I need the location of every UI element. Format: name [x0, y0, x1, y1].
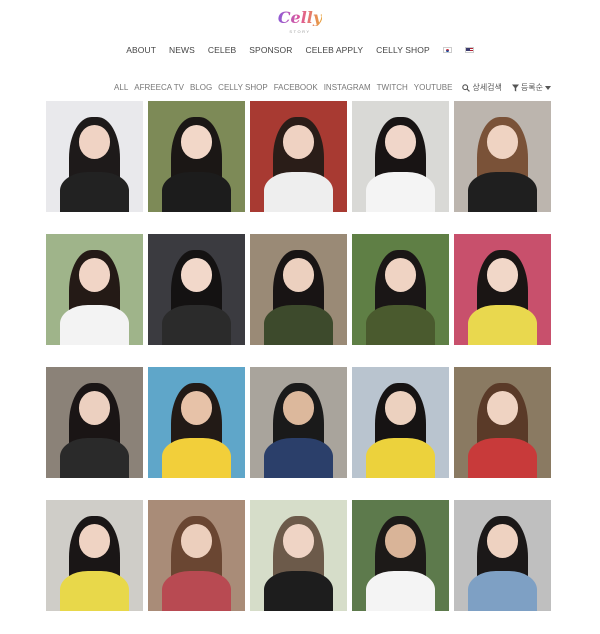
celeb-card[interactable]	[148, 234, 245, 345]
nav-celly-shop[interactable]: CELLY SHOP	[376, 45, 430, 55]
celeb-card[interactable]	[454, 234, 551, 345]
card-photo-face	[282, 258, 314, 292]
card-photo-clothing	[263, 571, 334, 611]
card-photo-face	[384, 391, 416, 425]
logo-text: Celly	[277, 8, 323, 27]
card-photo-face	[180, 125, 212, 159]
card-photo-clothing	[365, 305, 436, 345]
site-logo[interactable]: Celly STORY	[0, 8, 600, 35]
search-icon	[462, 83, 471, 92]
card-photo-face	[486, 258, 518, 292]
caret-down-icon	[545, 85, 551, 90]
card-photo-clothing	[161, 571, 232, 611]
sort-label: 등록순	[520, 83, 543, 92]
celeb-card[interactable]	[46, 101, 143, 212]
sort-dropdown[interactable]: 등록순	[511, 82, 551, 93]
card-photo-face	[486, 524, 518, 558]
celeb-card[interactable]	[148, 101, 245, 212]
nav-news[interactable]: NEWS	[169, 45, 195, 55]
card-photo-face	[78, 258, 110, 292]
advanced-search-button[interactable]: 상세검색	[462, 82, 502, 93]
category-blog[interactable]: BLOG	[190, 83, 212, 92]
card-photo-face	[78, 125, 110, 159]
card-photo-face	[384, 125, 416, 159]
celeb-card[interactable]	[46, 234, 143, 345]
card-photo-face	[180, 258, 212, 292]
card-photo-face	[282, 125, 314, 159]
card-photo-face	[384, 258, 416, 292]
category-afreeca-tv[interactable]: AFREECA TV	[134, 83, 184, 92]
card-photo-clothing	[59, 305, 130, 345]
celeb-card[interactable]	[454, 101, 551, 212]
card-photo-face	[78, 524, 110, 558]
card-photo-clothing	[365, 172, 436, 212]
flag-kr-icon[interactable]	[442, 47, 452, 53]
category-youtube[interactable]: YOUTUBE	[414, 83, 453, 92]
celeb-card[interactable]	[148, 500, 245, 611]
celeb-card[interactable]	[352, 500, 449, 611]
category-facebook[interactable]: FACEBOOK	[274, 83, 318, 92]
card-photo-clothing	[467, 305, 538, 345]
category-filter-bar: ALL AFREECA TV BLOG CELLY SHOP FACEBOOK …	[114, 82, 551, 93]
card-photo-clothing	[467, 571, 538, 611]
celeb-card[interactable]	[250, 234, 347, 345]
card-photo-face	[282, 391, 314, 425]
celeb-card[interactable]	[46, 367, 143, 478]
flag-us-icon[interactable]	[464, 47, 474, 53]
card-photo-clothing	[161, 172, 232, 212]
card-photo-clothing	[365, 571, 436, 611]
card-photo-clothing	[59, 438, 130, 478]
category-instagram[interactable]: INSTAGRAM	[324, 83, 371, 92]
celeb-card[interactable]	[352, 101, 449, 212]
category-all[interactable]: ALL	[114, 83, 128, 92]
nav-celeb[interactable]: CELEB	[208, 45, 236, 55]
card-photo-clothing	[263, 172, 334, 212]
nav-sponsor[interactable]: SPONSOR	[249, 45, 292, 55]
category-twitch[interactable]: TWITCH	[377, 83, 408, 92]
celeb-card[interactable]	[250, 500, 347, 611]
celeb-grid	[46, 101, 551, 611]
card-photo-clothing	[365, 438, 436, 478]
celeb-card[interactable]	[148, 367, 245, 478]
card-photo-clothing	[161, 438, 232, 478]
category-celly-shop[interactable]: CELLY SHOP	[218, 83, 268, 92]
card-photo-face	[78, 391, 110, 425]
card-photo-face	[486, 391, 518, 425]
card-photo-clothing	[59, 172, 130, 212]
card-photo-clothing	[263, 305, 334, 345]
card-photo-clothing	[59, 571, 130, 611]
nav-celeb-apply[interactable]: CELEB APPLY	[306, 45, 364, 55]
card-photo-clothing	[263, 438, 334, 478]
celeb-card[interactable]	[352, 234, 449, 345]
celeb-card[interactable]	[352, 367, 449, 478]
celeb-card[interactable]	[250, 367, 347, 478]
filter-icon	[511, 84, 519, 91]
card-photo-face	[180, 391, 212, 425]
celeb-card[interactable]	[454, 367, 551, 478]
advanced-search-label: 상세검색	[472, 83, 502, 92]
card-photo-face	[384, 524, 416, 558]
celeb-card[interactable]	[46, 500, 143, 611]
card-photo-face	[282, 524, 314, 558]
celeb-card[interactable]	[454, 500, 551, 611]
celeb-card[interactable]	[250, 101, 347, 212]
main-nav: ABOUT NEWS CELEB SPONSOR CELEB APPLY CEL…	[0, 45, 600, 55]
card-photo-clothing	[467, 438, 538, 478]
card-photo-face	[180, 524, 212, 558]
card-photo-clothing	[467, 172, 538, 212]
logo-subtext: STORY	[289, 29, 311, 34]
card-photo-face	[486, 125, 518, 159]
card-photo-clothing	[161, 305, 232, 345]
nav-about[interactable]: ABOUT	[126, 45, 156, 55]
